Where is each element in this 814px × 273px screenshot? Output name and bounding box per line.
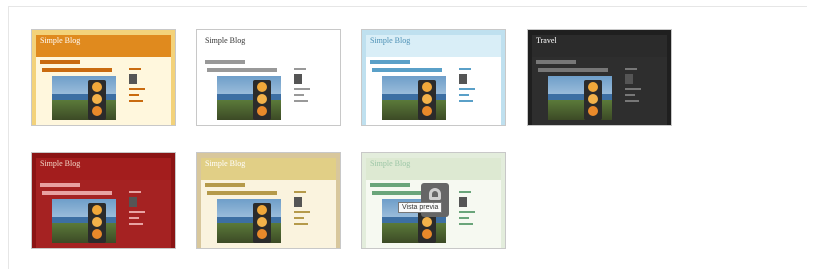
post-title [372,68,442,72]
blog-sidebar [625,64,647,120]
blog-title: Simple Blog [205,159,246,168]
blog-sidebar [459,64,481,120]
blog-nav [205,60,245,64]
blog-sidebar [294,187,316,243]
template-thumbnail[interactable]: Travel [527,29,672,126]
blog-title: Travel [536,36,557,45]
post-image [382,76,446,120]
post-title [538,68,608,72]
post-image [52,76,116,120]
blog-title: Simple Blog [205,36,246,45]
template-thumbnail[interactable]: Simple Blog [31,152,176,249]
blog-nav [40,60,80,64]
blog-title: Simple Blog [370,36,411,45]
template-thumbnail[interactable]: Simple Blog [361,29,506,126]
preview-icon[interactable] [429,188,441,200]
post-title [42,68,112,72]
post-title [207,68,277,72]
blog-nav [370,60,410,64]
post-image [548,76,612,120]
template-thumbnail[interactable]: Simple Blog [196,29,341,126]
post-title [42,191,112,195]
template-thumbnail[interactable]: Simple Blog [196,152,341,249]
blog-sidebar [129,187,151,243]
post-image [52,199,116,243]
blog-sidebar [129,64,151,120]
template-thumbnail[interactable]: Simple Blog [31,29,176,126]
post-title [207,191,277,195]
blog-title: Simple Blog [40,36,81,45]
blog-title: Simple Blog [40,159,81,168]
blog-sidebar [459,187,481,243]
blog-nav [40,183,80,187]
blog-nav [370,183,410,187]
blog-sidebar [294,64,316,120]
blog-nav [536,60,576,64]
blog-nav [205,183,245,187]
post-image [217,76,281,120]
post-image [217,199,281,243]
blog-title: Simple Blog [370,159,411,168]
preview-tooltip: Vista previa [398,202,443,213]
